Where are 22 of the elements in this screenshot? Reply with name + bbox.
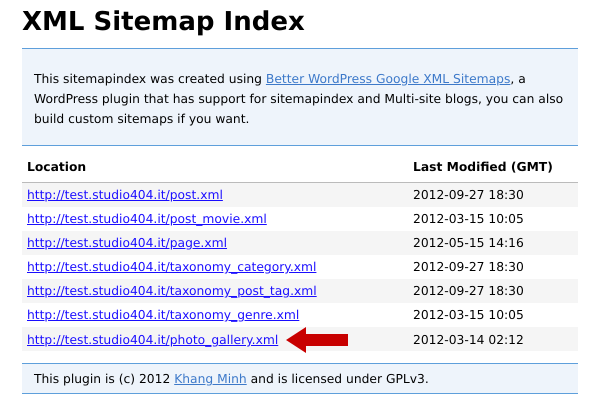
table-cell-text: 2012-09-27 18:30: [412, 260, 525, 274]
sitemap-link[interactable]: http://test.studio404.it/taxonomy_post_tag.xml: [27, 284, 317, 298]
sitemap-link[interactable]: http://test.studio404.it/photo_gallery.xml: [27, 333, 278, 347]
arrow-icon: [286, 327, 348, 353]
table-cell-text: 2012-05-15 14:16: [412, 236, 525, 250]
sitemap-link[interactable]: http://test.studio404.it/page.xml: [27, 236, 228, 250]
sitemap-link[interactable]: http://test.studio404.it/post_movie.xml: [27, 212, 267, 226]
intro-text: This sitemapindex was created using Better WordPress Google XML Sitemaps, a WordPress plugin that has support for sitemapindex and Multi-site blogs, you can also build custom sitemaps if you want.: [34, 71, 564, 128]
table-cell-text: 2012-03-15 10:05: [412, 308, 525, 322]
column-header: Location: [26, 160, 88, 174]
sitemap-link[interactable]: http://test.studio404.it/taxonomy_category.xml: [27, 260, 316, 274]
page-title: XML Sitemap Index: [22, 6, 306, 39]
author-link[interactable]: Khang Minh: [174, 372, 247, 386]
column-header: Last Modified (GMT): [412, 160, 554, 174]
sitemap-link[interactable]: http://test.studio404.it/post.xml: [27, 188, 223, 202]
plugin-link[interactable]: Better WordPress Google XML Sitemaps: [266, 72, 510, 86]
sitemap-link[interactable]: http://test.studio404.it/taxonomy_genre.xml: [27, 308, 300, 322]
table-cell-text: 2012-09-27 18:30: [412, 188, 525, 202]
table-cell-text: 2012-03-14 02:12: [412, 333, 525, 347]
table-cell-text: 2012-09-27 18:30: [412, 284, 525, 298]
table-cell-text: 2012-03-15 10:05: [412, 212, 525, 226]
footer-text: This plugin is (c) 2012 Khang Minh and is licensed under GPLv3.: [34, 371, 430, 388]
